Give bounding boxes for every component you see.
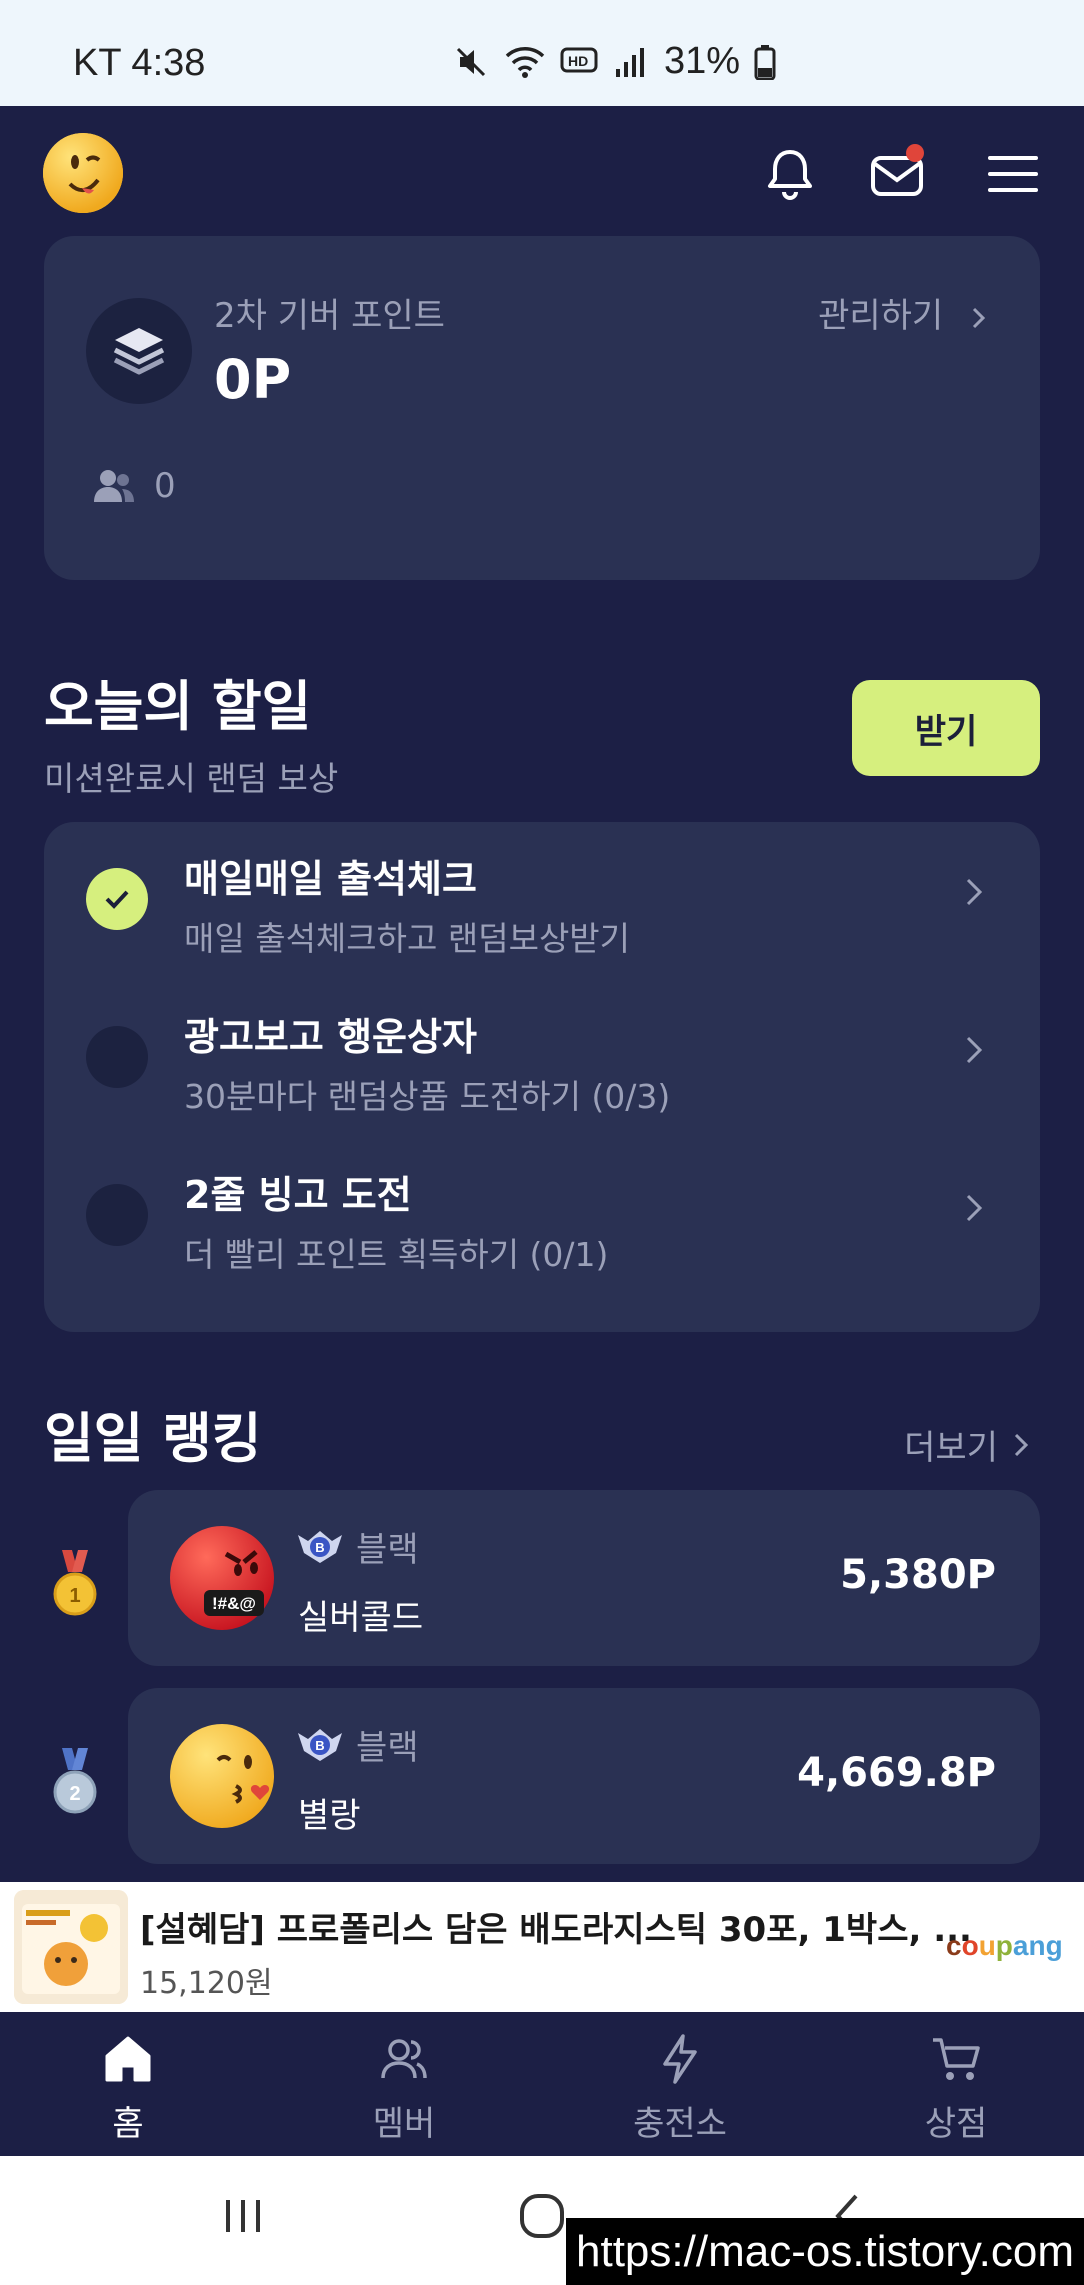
member-count-value: 0 — [154, 466, 176, 506]
task-list: 매일매일 출석체크 매일 출석체크하고 랜덤보상받기 광고보고 행운상자 30분… — [44, 822, 1040, 1332]
manage-link[interactable]: 관리하기 — [818, 288, 990, 337]
bottom-nav: 홈 멤버 충전소 상점 — [0, 2012, 1084, 2156]
svg-text:HD: HD — [568, 53, 588, 69]
task-check-pending — [86, 1026, 148, 1088]
home-icon — [105, 2036, 151, 2082]
mute-icon — [456, 47, 486, 76]
task-title: 광고보고 행운상자 — [184, 1015, 477, 1059]
points-value: 0P — [214, 348, 292, 411]
chevron-right-icon — [966, 1194, 983, 1222]
bell-icon[interactable] — [760, 144, 820, 204]
nav-home[interactable]: 홈 — [38, 2032, 218, 2145]
nav-label: 홈 — [112, 2104, 144, 2144]
product-thumbnail-icon — [14, 1890, 128, 2004]
chevron-right-icon — [1014, 1433, 1029, 1456]
hd-voice-icon: HD — [560, 47, 598, 72]
nav-label: 멤버 — [372, 2104, 436, 2144]
nickname: 별랑 — [298, 1796, 361, 1836]
tier-badge: B 블랙 — [296, 1522, 419, 1571]
member-count: 0 — [92, 466, 176, 506]
layers-icon-circle — [86, 298, 192, 404]
task-desc: 더 빨리 포인트 획득하기 (0/1) — [184, 1235, 609, 1274]
ad-title: [설혜담] 프로폴리스 담은 배도라지스틱 30포, 1박스, ... — [140, 1910, 972, 1950]
receive-button[interactable]: 받기 — [852, 680, 1040, 776]
task-title: 매일매일 출석체크 — [184, 857, 477, 901]
tier-badge: B 블랙 — [296, 1720, 419, 1769]
angry-face-icon: !#&@ — [170, 1526, 274, 1630]
status-bar: KT 4:38 HD 31% — [0, 0, 1084, 106]
ranking-more-link[interactable]: 더보기 — [904, 1420, 1032, 1469]
task-bingo[interactable]: 2줄 빙고 도전 더 빨리 포인트 획득하기 (0/1) — [44, 1138, 1040, 1288]
avatar[interactable] — [42, 132, 124, 214]
ad-product-image — [14, 1890, 128, 2004]
chevron-right-icon — [972, 307, 986, 328]
battery-icon — [754, 44, 776, 80]
layers-icon — [113, 328, 165, 375]
tier-letter: B — [315, 1540, 324, 1555]
tier-shield-icon: B — [298, 1530, 342, 1563]
nav-label: 상점 — [924, 2104, 988, 2144]
kissing-face-icon — [170, 1724, 274, 1828]
battery-percent: 31% — [664, 40, 741, 82]
wifi-icon — [505, 46, 545, 78]
menu-icon[interactable] — [982, 144, 1042, 204]
gold-medal-icon: 1 — [53, 1550, 97, 1616]
home-button-icon[interactable] — [516, 2186, 570, 2246]
recent-apps-icon[interactable] — [222, 2186, 264, 2246]
chevron-right-icon — [966, 878, 983, 906]
nav-label: 충전소 — [633, 2104, 727, 2144]
points-card: 2차 기버 포인트 0P 관리하기 0 — [44, 236, 1040, 580]
nav-members[interactable]: 멤버 — [314, 2032, 494, 2145]
censored-text: !#&@ — [212, 1594, 256, 1613]
nav-shop[interactable]: 상점 — [866, 2032, 1046, 2145]
nav-charging[interactable]: 충전소 — [590, 2032, 770, 2145]
rank-points: 4,669.8P — [797, 1750, 996, 1796]
watermark: https://mac-os.tistory.com — [566, 2218, 1084, 2285]
today-title: 오늘의 할일 — [44, 675, 312, 738]
status-icons: HD 31% — [452, 40, 776, 83]
medal-rank-number: 1 — [69, 1585, 80, 1607]
silver-medal-icon: 2 — [53, 1748, 97, 1814]
task-desc: 30분마다 랜덤상품 도전하기 (0/3) — [184, 1077, 671, 1116]
ad-price: 15,120원 — [140, 1966, 273, 2001]
carrier-time: KT 4:38 — [73, 42, 206, 84]
task-ad-luckybox[interactable]: 광고보고 행운상자 30분마다 랜덤상품 도전하기 (0/3) — [44, 980, 1040, 1130]
ranking-title: 일일 랭킹 — [44, 1407, 262, 1470]
members-icon — [381, 2039, 427, 2079]
task-desc: 매일 출석체크하고 랜덤보상받기 — [184, 919, 631, 958]
points-label: 2차 기버 포인트 — [214, 296, 445, 336]
chevron-right-icon — [966, 1036, 983, 1064]
task-check-done — [86, 868, 148, 930]
cart-icon — [933, 2038, 980, 2080]
lightning-icon — [663, 2034, 697, 2084]
ranking-row[interactable]: B 블랙 별랑 4,669.8P — [128, 1688, 1040, 1864]
coupang-logo: coupang — [946, 1930, 1063, 1961]
today-subtitle: 미션완료시 랜덤 보상 — [44, 759, 339, 798]
task-attendance[interactable]: 매일매일 출석체크 매일 출석체크하고 랜덤보상받기 — [44, 822, 1040, 972]
app-screen: 2차 기버 포인트 0P 관리하기 0 오늘의 할일 미션완료시 랜덤 보상 받… — [0, 106, 1084, 2156]
mail-icon[interactable] — [868, 144, 928, 204]
tier-name: 블랙 — [356, 1728, 419, 1768]
tier-name: 블랙 — [356, 1530, 419, 1570]
check-icon — [105, 890, 129, 909]
signal-icon — [616, 47, 644, 77]
rank-points: 5,380P — [840, 1552, 996, 1598]
people-icon — [94, 470, 134, 502]
medal-rank-number: 2 — [69, 1783, 80, 1805]
nickname: 실버콜드 — [298, 1598, 424, 1638]
ranking-row[interactable]: !#&@ B 블랙 실버콜드 5,380P — [128, 1490, 1040, 1666]
ad-banner[interactable]: [설혜담] 프로폴리스 담은 배도라지스틱 30포, 1박스, ... 15,1… — [0, 1882, 1084, 2012]
task-title: 2줄 빙고 도전 — [184, 1173, 412, 1217]
tier-shield-icon: B — [298, 1728, 342, 1761]
manage-label: 관리하기 — [818, 296, 944, 336]
task-check-pending — [86, 1184, 148, 1246]
tier-letter: B — [315, 1738, 324, 1753]
more-label: 더보기 — [904, 1428, 998, 1468]
